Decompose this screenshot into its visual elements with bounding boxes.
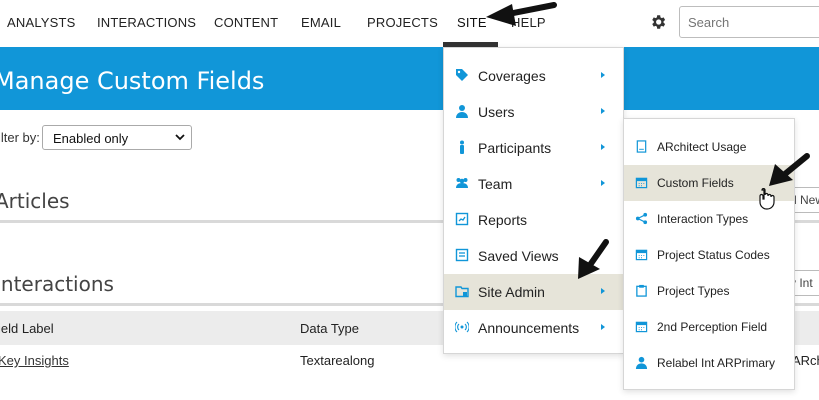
data-type-cell: Textarealong: [300, 353, 375, 368]
submenu-item-relabel-int-arprimary[interactable]: Relabel Int ARPrimary: [624, 345, 794, 381]
menu-item-label: Reports: [478, 212, 528, 228]
caret-right-icon: [601, 72, 605, 78]
section-title-interactions: Interactions: [0, 272, 114, 296]
broadcast-icon: [455, 321, 469, 333]
nav-projects[interactable]: PROJECTS: [367, 15, 438, 30]
right-cell: ARch: [792, 353, 819, 368]
submenu-item-project-status-codes[interactable]: Project Status Codes: [624, 237, 794, 273]
person-icon: [460, 140, 464, 154]
calendar-icon: [635, 321, 648, 333]
calendar-icon: [635, 249, 648, 261]
column-header-data-type[interactable]: Data Type: [300, 321, 359, 336]
submenu-item-2nd-perception-field[interactable]: 2nd Perception Field: [624, 309, 794, 345]
filter-select[interactable]: Enabled only: [42, 125, 192, 150]
filter-value: Enabled only: [53, 131, 129, 146]
clipboard-icon: [636, 284, 647, 297]
menu-item-label: Site Admin: [478, 284, 545, 300]
caret-right-icon: [601, 324, 605, 330]
submenu-item-label: Custom Fields: [657, 176, 734, 190]
filter-label: ilter by:: [0, 130, 40, 145]
nav-email[interactable]: EMAIL: [301, 15, 341, 30]
document-icon: [636, 140, 647, 153]
gear-icon[interactable]: [649, 13, 667, 31]
column-header-field-label[interactable]: ield Label: [0, 321, 54, 336]
team-icon: [456, 178, 468, 188]
submenu-item-label: Project Status Codes: [657, 248, 770, 262]
user-icon: [456, 105, 468, 118]
tag-icon: [456, 69, 468, 81]
submenu-item-label: Relabel Int ARPrimary: [657, 356, 776, 370]
field-label-link[interactable]: Key Insights: [0, 353, 69, 368]
calendar-icon: [635, 177, 648, 189]
menu-item-participants[interactable]: Participants: [444, 130, 623, 166]
hand-cursor-icon: [759, 188, 775, 210]
caret-right-icon: [601, 144, 605, 150]
submenu-item-project-types[interactable]: Project Types: [624, 273, 794, 309]
caret-right-icon: [601, 288, 605, 294]
section-title-articles: Articles: [0, 189, 70, 213]
menu-item-team[interactable]: Team: [444, 166, 623, 202]
menu-item-reports[interactable]: Reports: [444, 202, 623, 238]
user-icon: [635, 356, 648, 369]
menu-item-label: Coverages: [478, 68, 546, 84]
menu-item-label: Users: [478, 104, 515, 120]
menu-item-label: Saved Views: [478, 248, 559, 264]
search-field[interactable]: [679, 6, 819, 38]
report-icon: [455, 212, 469, 226]
site-dropdown-menu: Coverages Users Participants Team Report…: [443, 47, 624, 354]
menu-item-label: Announcements: [478, 320, 580, 336]
chevron-down-icon: [175, 134, 185, 141]
menu-item-users[interactable]: Users: [444, 94, 623, 130]
page-title: Manage Custom Fields: [0, 67, 265, 95]
menu-item-label: Team: [478, 176, 513, 192]
menu-item-coverages[interactable]: Coverages: [444, 58, 623, 94]
annotation-arrow-icon: [486, 2, 557, 26]
caret-right-icon: [601, 108, 605, 114]
annotation-arrow-icon: [578, 239, 609, 279]
submenu-item-label: Interaction Types: [657, 212, 749, 226]
share-icon: [635, 212, 648, 225]
caret-right-icon: [601, 180, 605, 186]
submenu-item-label: Project Types: [657, 284, 730, 298]
saved-views-icon: [455, 248, 469, 262]
annotation-arrow-icon: [769, 153, 810, 186]
submenu-item-label: 2nd Perception Field: [657, 320, 768, 334]
search-input[interactable]: [680, 7, 819, 37]
nav-interactions[interactable]: INTERACTIONS: [97, 15, 196, 30]
nav-content[interactable]: CONTENT: [214, 15, 278, 30]
nav-analysts[interactable]: ANALYSTS: [7, 15, 76, 30]
menu-item-announcements[interactable]: Announcements: [444, 310, 623, 346]
top-navigation: ANALYSTS INTERACTIONS CONTENT EMAIL PROJ…: [0, 0, 819, 47]
site-admin-icon: [455, 286, 469, 298]
submenu-item-label: ARchitect Usage: [657, 140, 747, 154]
menu-item-label: Participants: [478, 140, 552, 156]
